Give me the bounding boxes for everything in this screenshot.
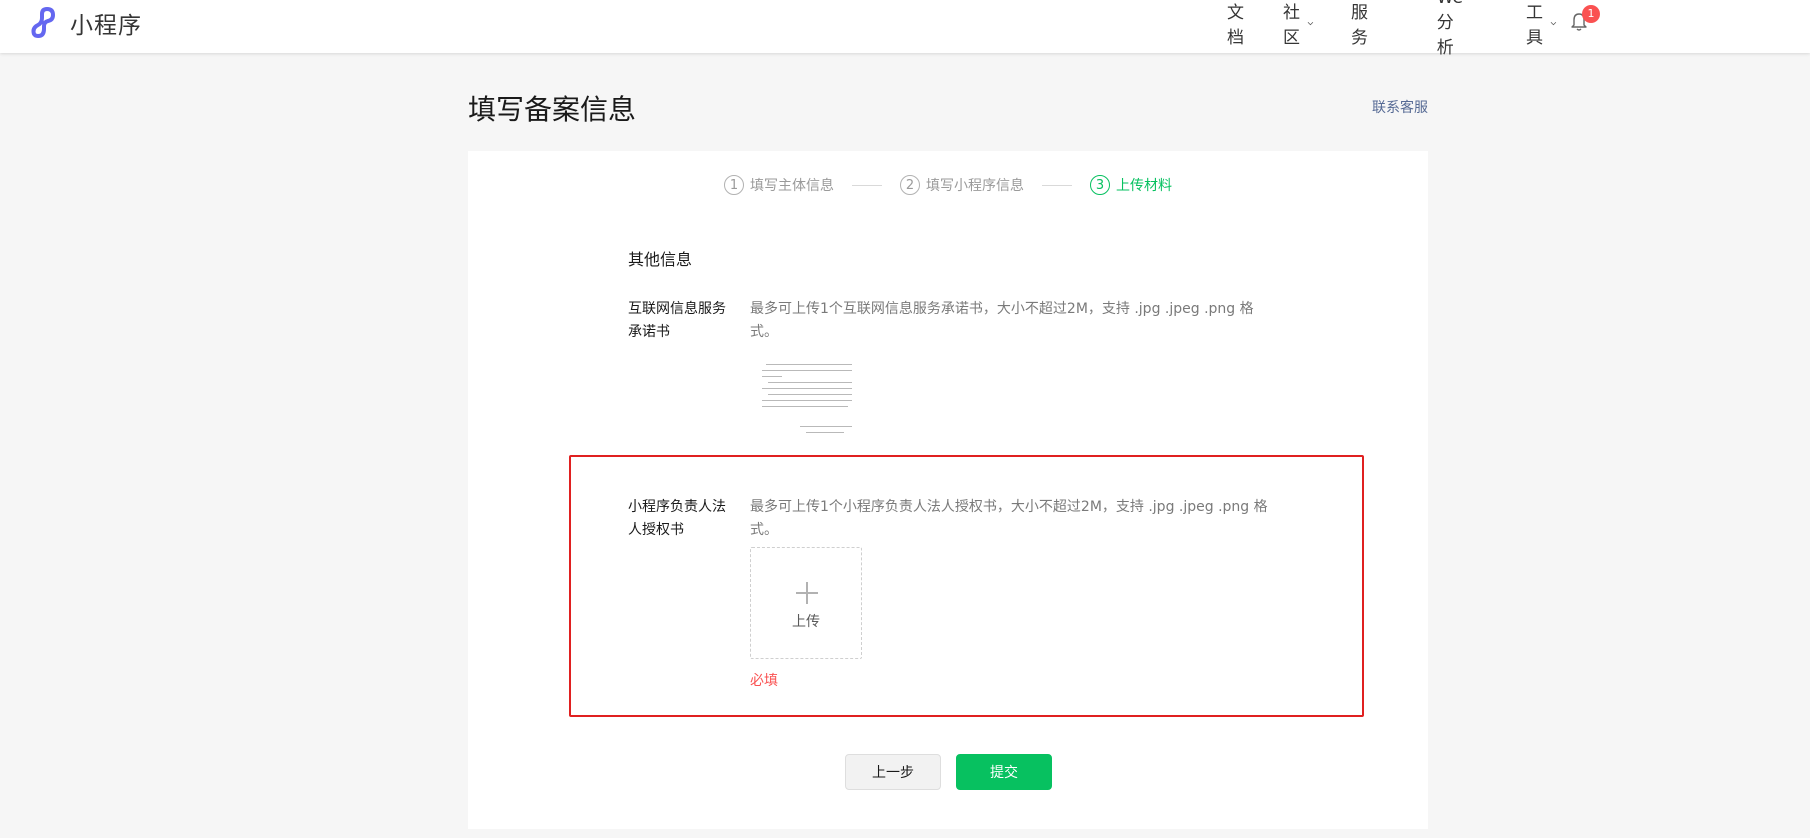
- highlight-box: [569, 455, 1364, 717]
- nav-label: 文档: [1227, 3, 1244, 48]
- step-label: 上传材料: [1116, 178, 1172, 194]
- submit-button[interactable]: 提交: [956, 754, 1052, 790]
- field-tip-commitment-letter: 最多可上传1个互联网信息服务承诺书，大小不超过2M，支持 .jpg .jpeg …: [750, 301, 1254, 340]
- page-title: 填写备案信息: [468, 93, 637, 126]
- step-2: 2 填写小程序信息: [900, 175, 1024, 195]
- chevron-down-icon: [1550, 21, 1557, 25]
- nav-label: We分析: [1436, 0, 1463, 58]
- nav-item-services[interactable]: 服务: [1351, 0, 1368, 48]
- step-label: 填写小程序信息: [926, 178, 1024, 194]
- brand-logo[interactable]: 小程序: [28, 6, 142, 40]
- step-label: 填写主体信息: [750, 178, 834, 194]
- previous-step-button[interactable]: 上一步: [845, 754, 941, 790]
- nav-item-we-analytics[interactable]: We分析: [1437, 0, 1463, 58]
- uploaded-document-thumbnail[interactable]: [750, 356, 860, 444]
- field-label-commitment-letter: 互联网信息服务承诺书: [628, 301, 726, 340]
- step-divider: [852, 184, 882, 186]
- step-number: 3: [1090, 175, 1110, 195]
- section-title: 其他信息: [628, 250, 693, 269]
- step-number: 1: [724, 175, 744, 195]
- notification-badge: 1: [1582, 5, 1600, 23]
- nav-label: 服务: [1351, 3, 1368, 48]
- contact-support-link[interactable]: 联系客服: [1372, 97, 1428, 117]
- miniprogram-logo-icon: [31, 7, 55, 38]
- step-divider: [1042, 184, 1072, 186]
- nav-label: 工具: [1526, 3, 1543, 48]
- top-navbar: 小程序 文档 社区 服务 We分析 工具 1: [0, 0, 1810, 58]
- notification-bell[interactable]: 1: [1570, 5, 1600, 34]
- nav-item-community[interactable]: 社区: [1283, 0, 1314, 48]
- step-3: 3 上传材料: [1090, 175, 1172, 195]
- nav-label: 社区: [1283, 3, 1300, 48]
- brand-name: 小程序: [70, 13, 142, 39]
- step-number: 2: [900, 175, 920, 195]
- chevron-down-icon: [1307, 21, 1314, 25]
- nav-item-tools[interactable]: 工具: [1526, 0, 1557, 48]
- nav-item-docs[interactable]: 文档: [1227, 0, 1244, 48]
- step-indicator: 1 填写主体信息 2 填写小程序信息 3 上传材料: [468, 175, 1428, 195]
- step-1: 1 填写主体信息: [724, 175, 834, 195]
